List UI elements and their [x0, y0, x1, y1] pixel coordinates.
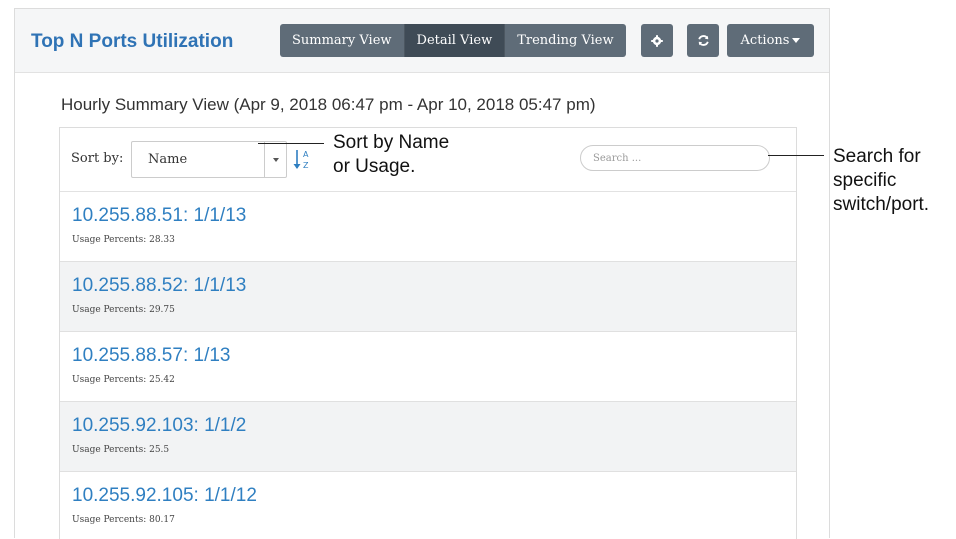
port-name-link[interactable]: 10.255.92.103: 1/1/2 [72, 415, 246, 437]
sort-label: Sort by: [71, 151, 124, 166]
port-row[interactable]: 10.255.92.105: 1/1/12 Usage Percents: 80… [60, 472, 796, 539]
port-row[interactable]: 10.255.88.52: 1/1/13 Usage Percents: 29.… [60, 262, 796, 332]
trending-view-button[interactable]: Trending View [505, 24, 626, 57]
sort-select[interactable]: Name [131, 141, 287, 178]
search-callout-line2: specific [833, 170, 897, 191]
port-name-link[interactable]: 10.255.88.57: 1/13 [72, 345, 230, 367]
actions-label: Actions [740, 33, 790, 48]
sort-callout-line2: or Usage. [333, 156, 416, 177]
summary-view-button[interactable]: Summary View [280, 24, 405, 57]
port-usage: Usage Percents: 29.75 [72, 305, 175, 315]
sort-alpha-asc-icon[interactable]: A Z [292, 148, 314, 172]
port-row[interactable]: 10.255.88.57: 1/13 Usage Percents: 25.42 [60, 332, 796, 402]
ports-list: Sort by: Name A Z 10.255.88.51: 1/1/13 U… [59, 127, 797, 539]
sort-select-value: Name [148, 152, 188, 167]
panel-header: Top N Ports Utilization Summary View Det… [15, 9, 829, 73]
port-name-link[interactable]: 10.255.88.51: 1/1/13 [72, 205, 246, 227]
search-callout-line [768, 155, 824, 156]
port-usage: Usage Percents: 25.5 [72, 445, 170, 455]
sort-callout-line [258, 143, 324, 144]
caret-down-icon [792, 38, 801, 43]
port-usage: Usage Percents: 80.17 [72, 515, 175, 525]
settings-button[interactable] [641, 24, 673, 57]
gear-icon [651, 34, 663, 47]
port-name-link[interactable]: 10.255.88.52: 1/1/13 [72, 275, 246, 297]
port-usage: Usage Percents: 25.42 [72, 375, 175, 385]
sort-callout-line1: Sort by Name [333, 132, 450, 153]
search-callout-line1: Search for [833, 146, 921, 167]
refresh-button[interactable] [687, 24, 719, 57]
refresh-icon [697, 35, 709, 46]
port-usage: Usage Percents: 28.33 [72, 235, 175, 245]
search-input[interactable] [580, 145, 770, 171]
search-callout-line3: switch/port. [833, 194, 930, 215]
search-callout-text: Search for specific switch/port. [833, 145, 929, 217]
sort-callout-text: Sort by Name or Usage. [333, 131, 449, 179]
actions-dropdown-button[interactable]: Actions [727, 24, 814, 57]
detail-view-button[interactable]: Detail View [404, 24, 506, 57]
chevron-down-icon [264, 142, 286, 177]
summary-view-title: Hourly Summary View (Apr 9, 2018 06:47 p… [61, 95, 596, 114]
view-toggle-group: Summary View Detail View Trending View [280, 24, 626, 57]
panel-title: Top N Ports Utilization [31, 31, 234, 52]
top-n-ports-panel: Top N Ports Utilization Summary View Det… [14, 8, 830, 539]
port-name-link[interactable]: 10.255.92.105: 1/1/12 [72, 485, 257, 507]
port-row[interactable]: 10.255.88.51: 1/1/13 Usage Percents: 28.… [60, 192, 796, 262]
port-row[interactable]: 10.255.92.103: 1/1/2 Usage Percents: 25.… [60, 402, 796, 472]
svg-text:A: A [303, 150, 309, 159]
svg-text:Z: Z [303, 161, 309, 170]
